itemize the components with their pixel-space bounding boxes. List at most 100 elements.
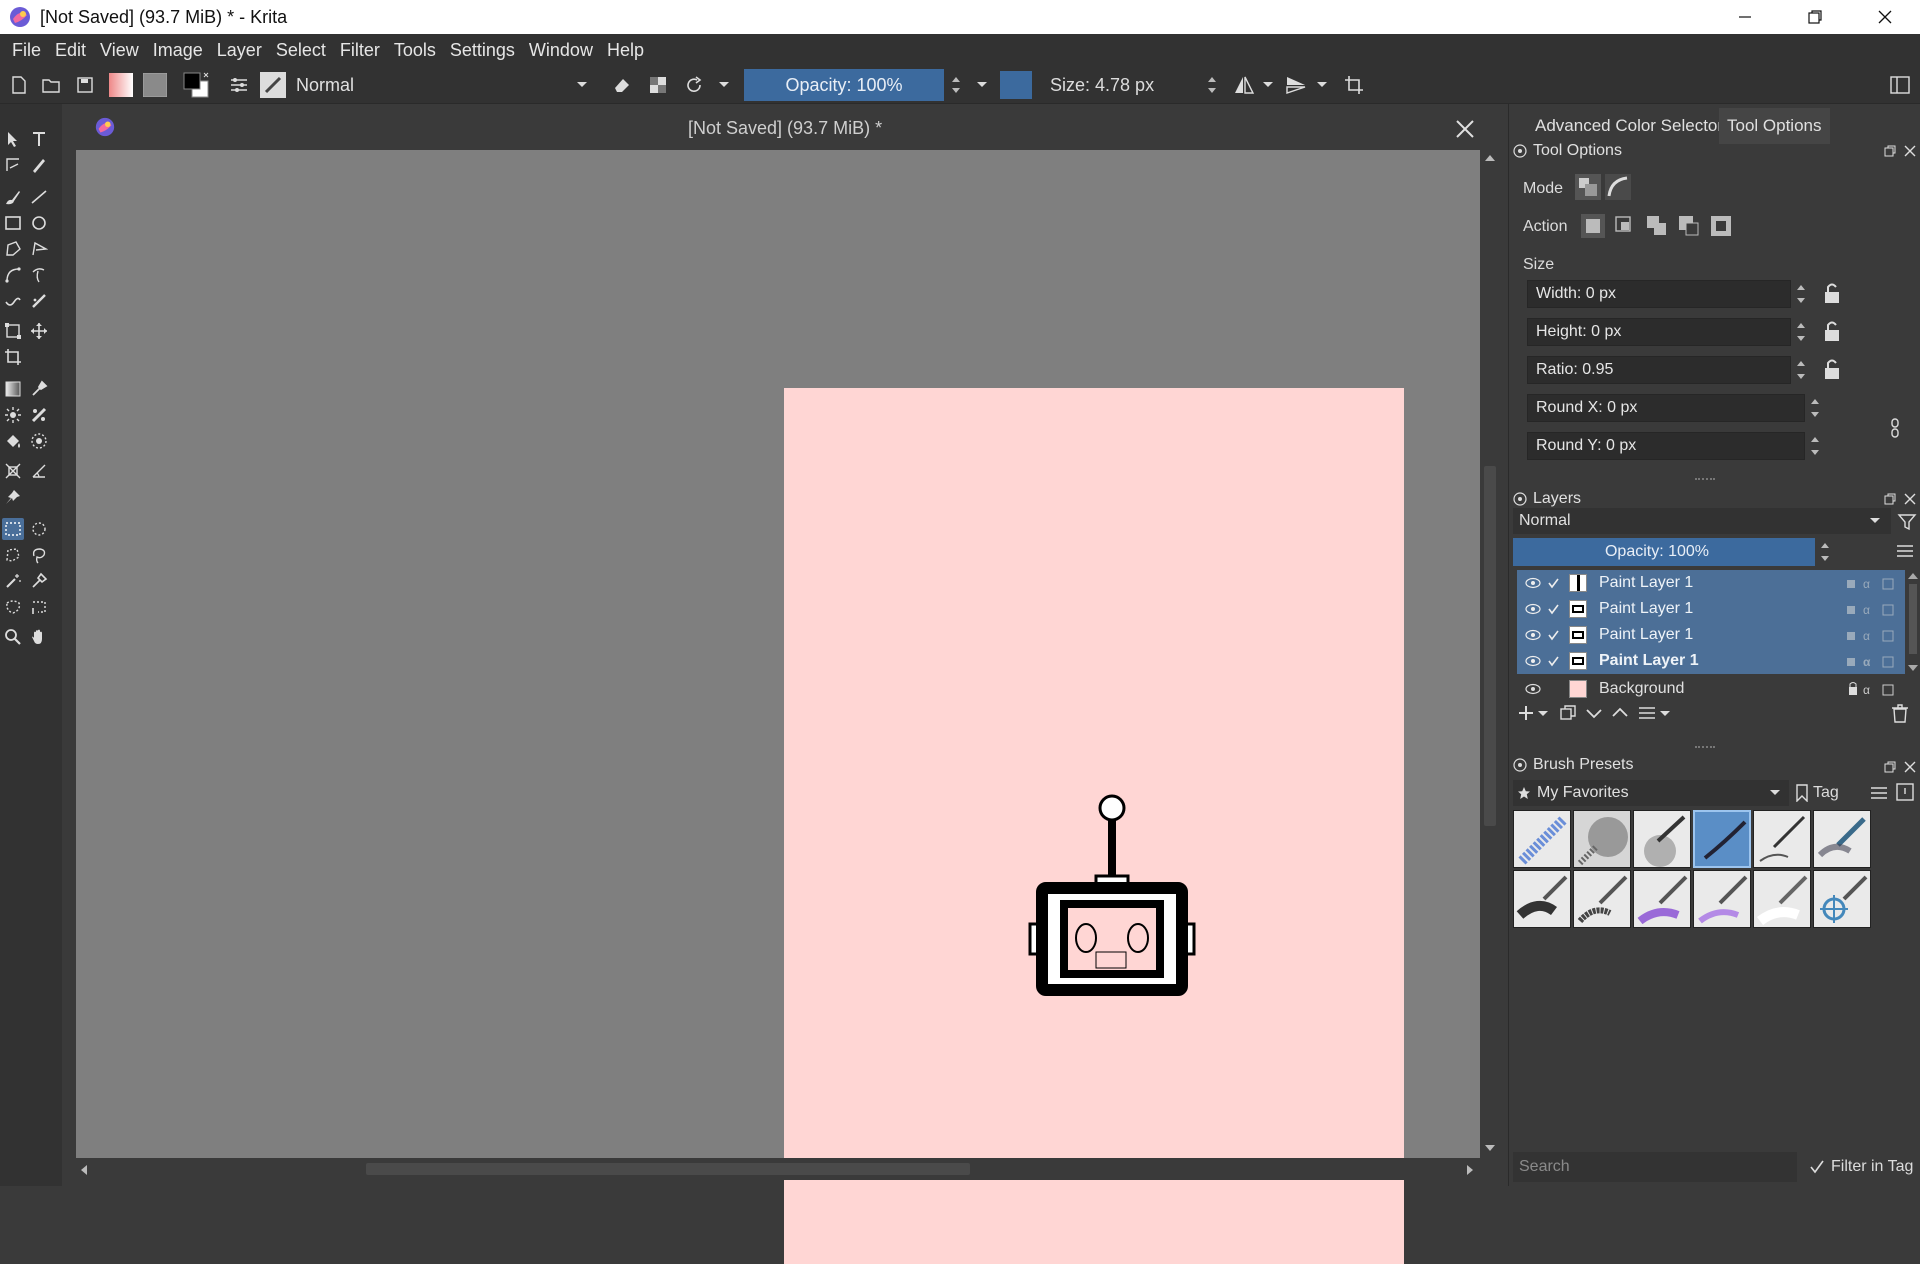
ratio-lock-icon[interactable] xyxy=(1821,356,1843,382)
pan-tool[interactable] xyxy=(28,626,50,648)
color-picker-tool[interactable] xyxy=(28,378,50,400)
close-panel-icon[interactable] xyxy=(1903,492,1917,506)
layer-row[interactable]: Paint Layer 1 α xyxy=(1517,570,1905,596)
canvas-viewport[interactable] xyxy=(76,150,1480,1264)
filter-funnel-icon[interactable] xyxy=(1897,512,1917,532)
layer-properties-icon[interactable] xyxy=(1637,704,1657,722)
menu-image[interactable]: Image xyxy=(147,40,209,61)
brush-preset-tile[interactable] xyxy=(1573,810,1631,868)
ratio-field[interactable]: Ratio: 0.95 xyxy=(1527,356,1791,384)
storage-icon[interactable] xyxy=(1895,782,1915,802)
menu-edit[interactable]: Edit xyxy=(49,40,92,61)
layer-row[interactable]: Paint Layer 1 α xyxy=(1517,596,1905,622)
link-chain-icon[interactable] xyxy=(1889,418,1901,438)
mode-shape-button[interactable] xyxy=(1575,174,1601,200)
freehand-brush-tool[interactable] xyxy=(2,186,24,208)
brush-preset-tile[interactable] xyxy=(1513,870,1571,928)
layer-blend-mode-combo[interactable]: Normal xyxy=(1513,508,1891,534)
width-lock-icon[interactable] xyxy=(1821,280,1843,306)
brush-preset-tile[interactable] xyxy=(1633,870,1691,928)
document-tab[interactable]: [Not Saved] (93.7 MiB) * xyxy=(76,106,1476,150)
layer-row-background[interactable]: Background α xyxy=(1517,676,1909,702)
move-tool[interactable] xyxy=(28,320,50,342)
assistant-tool[interactable] xyxy=(2,460,24,482)
scroll-left-icon[interactable] xyxy=(80,1164,88,1176)
mirror-horizontal-dropdown[interactable] xyxy=(1260,72,1276,98)
mirror-vertical-dropdown[interactable] xyxy=(1314,72,1330,98)
tab-advanced-color-selector[interactable]: Advanced Color Selector xyxy=(1527,108,1731,144)
magnetic-selection-tool[interactable] xyxy=(28,596,50,618)
freehand-selection-tool[interactable] xyxy=(28,544,50,566)
round-y-spin-icon[interactable] xyxy=(1809,434,1821,458)
fill-tool[interactable] xyxy=(2,430,24,452)
round-x-field[interactable]: Round X: 0 px xyxy=(1527,394,1805,422)
polyline-tool[interactable] xyxy=(28,238,50,260)
canvas-document[interactable] xyxy=(784,388,1404,1264)
menu-help[interactable]: Help xyxy=(601,40,650,61)
tag-button[interactable]: Tag xyxy=(1795,780,1859,806)
minimize-button[interactable] xyxy=(1710,0,1780,34)
mode-pixel-button[interactable] xyxy=(1605,174,1631,200)
vertical-scroll-thumb[interactable] xyxy=(1484,466,1496,826)
select-shapes-tool[interactable] xyxy=(2,128,24,150)
brush-preset-tile[interactable] xyxy=(1573,870,1631,928)
layer-options-menu-icon[interactable] xyxy=(1895,542,1915,560)
open-document-button[interactable] xyxy=(40,72,62,98)
brush-preset-tile-selected[interactable] xyxy=(1693,810,1751,868)
rectangular-selection-tool[interactable] xyxy=(2,518,24,540)
measure-tool[interactable] xyxy=(28,460,50,482)
filter-in-tag-checkbox[interactable]: Filter in Tag xyxy=(1809,1152,1913,1182)
visibility-eye-icon[interactable] xyxy=(1525,603,1541,615)
transform-tool[interactable] xyxy=(2,320,24,342)
checkmark-icon[interactable] xyxy=(1547,629,1559,641)
similar-color-selection-tool[interactable] xyxy=(28,570,50,592)
float-panel-icon[interactable] xyxy=(1883,144,1897,158)
edit-shapes-tool[interactable] xyxy=(2,154,24,176)
checkmark-icon[interactable] xyxy=(1547,603,1559,615)
menu-window[interactable]: Window xyxy=(523,40,599,61)
workspace-chooser-button[interactable] xyxy=(1888,72,1912,98)
brush-tag-combo[interactable]: My Favorites xyxy=(1513,780,1789,806)
text-tool[interactable] xyxy=(28,128,50,150)
height-field[interactable]: Height: 0 px xyxy=(1527,318,1791,346)
scroll-up-icon[interactable] xyxy=(1484,154,1496,162)
colorize-mask-tool[interactable] xyxy=(2,404,24,426)
delete-layer-icon[interactable] xyxy=(1891,704,1909,724)
panel-splitter[interactable] xyxy=(1695,746,1715,750)
visibility-eye-icon[interactable] xyxy=(1525,655,1541,667)
bezier-tool[interactable] xyxy=(2,264,24,286)
chevron-down-icon[interactable] xyxy=(1537,710,1549,718)
action-subtract-button[interactable] xyxy=(1677,214,1701,238)
visibility-eye-icon[interactable] xyxy=(1525,683,1541,695)
dynamic-brush-tool[interactable] xyxy=(2,290,24,312)
pattern-selector[interactable] xyxy=(142,72,168,98)
tab-tool-options[interactable]: Tool Options xyxy=(1719,108,1830,144)
brush-preset-tile[interactable] xyxy=(1693,870,1751,928)
vertical-scrollbar[interactable] xyxy=(1480,150,1500,1158)
layer-opacity-spin-icon[interactable] xyxy=(1819,540,1831,564)
menu-file[interactable]: File xyxy=(6,40,47,61)
multibrush-tool[interactable] xyxy=(28,290,50,312)
menu-settings[interactable]: Settings xyxy=(444,40,521,61)
freehand-path-tool[interactable] xyxy=(28,264,50,286)
width-spin-icon[interactable] xyxy=(1795,282,1807,306)
brush-preset-tile[interactable] xyxy=(1513,810,1571,868)
calligraphy-tool[interactable] xyxy=(28,154,50,176)
polygon-tool[interactable] xyxy=(2,238,24,260)
checkmark-icon[interactable] xyxy=(1547,655,1559,667)
layer-properties-icons[interactable]: α xyxy=(1845,602,1901,616)
close-document-icon[interactable] xyxy=(1454,118,1476,140)
brush-settings-button[interactable] xyxy=(228,72,250,98)
action-intersect-button[interactable] xyxy=(1613,214,1637,238)
move-layer-down-icon[interactable] xyxy=(1585,704,1603,722)
panel-splitter[interactable] xyxy=(1695,478,1715,482)
reference-images-tool[interactable] xyxy=(2,486,24,508)
horizontal-scrollbar[interactable] xyxy=(76,1158,1480,1180)
mirror-horizontal-button[interactable] xyxy=(1232,72,1256,98)
height-lock-icon[interactable] xyxy=(1821,318,1843,344)
ellipse-tool[interactable] xyxy=(28,212,50,234)
bezier-selection-tool[interactable] xyxy=(2,596,24,618)
menu-select[interactable]: Select xyxy=(270,40,332,61)
layer-properties-icons[interactable]: α xyxy=(1845,682,1901,696)
menu-tools[interactable]: Tools xyxy=(388,40,442,61)
